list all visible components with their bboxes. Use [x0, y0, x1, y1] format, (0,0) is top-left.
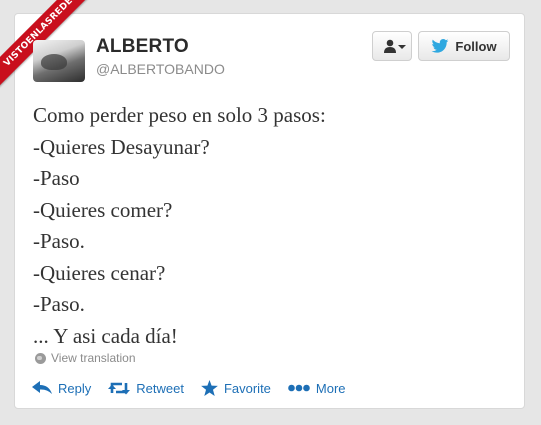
globe-icon [35, 352, 46, 364]
retweet-button[interactable]: Retweet [108, 381, 184, 396]
more-label: More [315, 380, 346, 396]
retweet-icon [108, 382, 131, 395]
view-translation-link[interactable]: View translation [35, 351, 136, 365]
tweet-text: Como perder peso en solo 3 pasos: -Quier… [33, 100, 493, 352]
reply-icon [32, 381, 52, 394]
chevron-down-icon [398, 45, 406, 49]
user-actions-button[interactable] [372, 31, 412, 61]
author-name[interactable]: ALBERTO [96, 36, 189, 58]
author-handle[interactable]: @ALBERTOBANDO [96, 61, 225, 77]
tweet-line: -Quieres cenar? [33, 260, 166, 285]
avatar[interactable] [33, 40, 85, 82]
tweet-line: -Paso. [33, 229, 85, 253]
tweet-line: -Quieres comer? [33, 197, 173, 222]
tweet-line: Como perder peso en solo 3 pasos: [33, 103, 326, 127]
tweet-actions: Reply Retweet Favorite More [32, 380, 363, 396]
tweet-line: ... Y asi cada día! [33, 323, 178, 348]
more-button[interactable]: More [288, 381, 346, 396]
twitter-bird-icon [432, 39, 449, 53]
follow-button[interactable]: Follow [418, 31, 510, 61]
tweet-line: -Paso [33, 166, 80, 190]
reply-button[interactable]: Reply [32, 381, 91, 396]
retweet-label: Retweet [136, 380, 184, 396]
more-dots-icon [288, 384, 310, 392]
star-icon [201, 380, 218, 396]
tweet-line: -Paso. [33, 292, 85, 316]
favorite-label: Favorite [223, 380, 271, 396]
reply-label: Reply [58, 380, 92, 396]
favorite-button[interactable]: Favorite [201, 380, 271, 396]
view-translation-label: View translation [51, 351, 136, 365]
person-icon [384, 39, 396, 53]
tweet-line: -Quieres Desayunar? [33, 134, 210, 159]
follow-label: Follow [455, 38, 497, 54]
